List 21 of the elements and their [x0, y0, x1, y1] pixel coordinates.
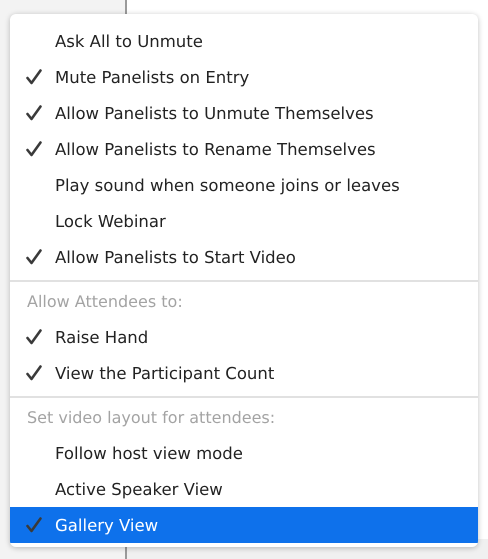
menu-item[interactable]: Allow Panelists to Start Video	[10, 239, 478, 275]
section-header: Set video layout for attendees:	[26, 406, 276, 428]
check-icon	[26, 517, 42, 533]
menu-item[interactable]: Lock Webinar	[10, 203, 478, 239]
menu-item[interactable]: Raise Hand	[10, 319, 478, 355]
menu-item[interactable]: Allow Panelists to Unmute Themselves	[10, 95, 478, 131]
check-icon	[26, 69, 42, 85]
menu-item[interactable]: Active Speaker View	[10, 471, 478, 507]
menu-item[interactable]: Follow host view mode	[10, 435, 478, 471]
menu-item[interactable]: Allow Panelists to Rename Themselves	[10, 131, 478, 167]
check-icon	[26, 105, 42, 121]
menu-item[interactable]: View the Participant Count	[10, 355, 478, 391]
menu-item[interactable]: Play sound when someone joins or leaves	[10, 167, 478, 203]
check-icon	[26, 249, 42, 265]
check-icon	[26, 141, 42, 157]
menu-item[interactable]: Mute Panelists on Entry	[10, 59, 478, 95]
menu-item[interactable]: Gallery View	[10, 507, 478, 543]
section-header: Allow Attendees to:	[26, 290, 184, 312]
check-icon	[26, 365, 42, 381]
menu-item[interactable]: Ask All to Unmute	[10, 23, 478, 59]
check-icon	[26, 329, 42, 345]
